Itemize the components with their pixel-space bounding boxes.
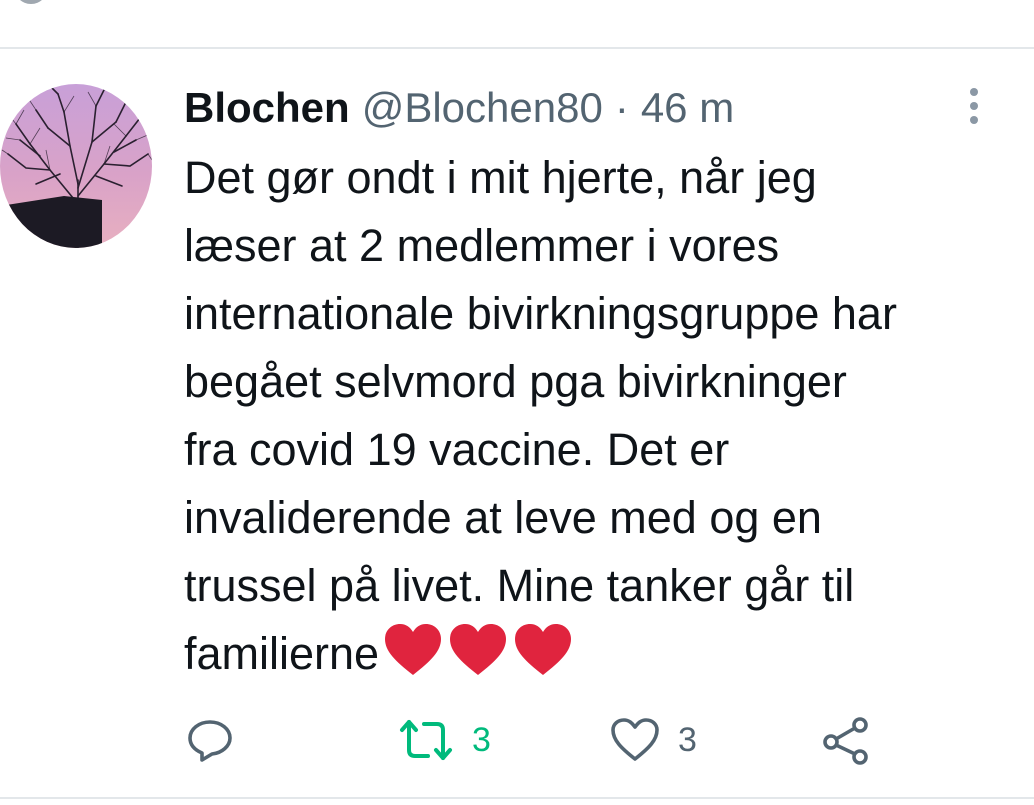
more-dot-icon [970, 88, 978, 96]
more-dot-icon [970, 102, 978, 110]
tweet-text-line: læser at 2 medlemmer i vores [184, 220, 780, 271]
author-name[interactable]: Blochen [184, 80, 350, 136]
author-handle[interactable]: @Blochen80 [362, 80, 603, 136]
like-button[interactable]: 3 [610, 712, 697, 768]
tweet-text: Det gør ondt i mit hjerte, når jeg læser… [184, 144, 1014, 688]
tweet-text-line: invaliderende at leve med og en [184, 492, 822, 543]
avatar-image [0, 84, 152, 248]
tweet-text-line: begået selvmord pga bivirkninger [184, 356, 847, 407]
tweet-text-last-line: familierne [184, 620, 1014, 688]
avatar[interactable] [0, 84, 152, 248]
tweet-text-line: familierne [184, 628, 380, 679]
tweet-action-bar: 3 3 [186, 712, 876, 768]
tweet-text-line: Det gør ondt i mit hjerte, når jeg [184, 152, 817, 203]
timestamp[interactable]: 46 m [641, 80, 734, 136]
red-heart-emoji-icon [448, 623, 508, 677]
bottom-divider [0, 797, 1034, 799]
more-options-button[interactable] [956, 84, 992, 128]
reply-icon [188, 720, 232, 762]
more-dot-icon [970, 116, 978, 124]
tweet-header: Blochen @Blochen80 · 46 m [184, 80, 734, 136]
retweet-button[interactable]: 3 [398, 712, 491, 768]
tweet-text-line: trussel på livet. Mine tanker går til [184, 560, 855, 611]
previous-tweet-icon-fragment [14, 0, 48, 4]
header-separator: · [614, 84, 629, 131]
red-heart-emoji-icon [513, 623, 573, 677]
like-count: 3 [678, 720, 697, 759]
reply-button[interactable] [186, 712, 234, 768]
heart-emoji-group [383, 623, 573, 677]
tweet-text-line: internationale bivirkningsgruppe har [184, 288, 897, 339]
retweet-count: 3 [472, 720, 491, 759]
share-button[interactable] [822, 712, 872, 768]
top-divider [0, 47, 1034, 49]
red-heart-emoji-icon [383, 623, 443, 677]
tweet-text-line: fra covid 19 vaccine. Det er [184, 424, 730, 475]
share-icon [823, 717, 868, 765]
retweet-icon [400, 720, 452, 760]
heart-outline-icon [611, 718, 659, 761]
